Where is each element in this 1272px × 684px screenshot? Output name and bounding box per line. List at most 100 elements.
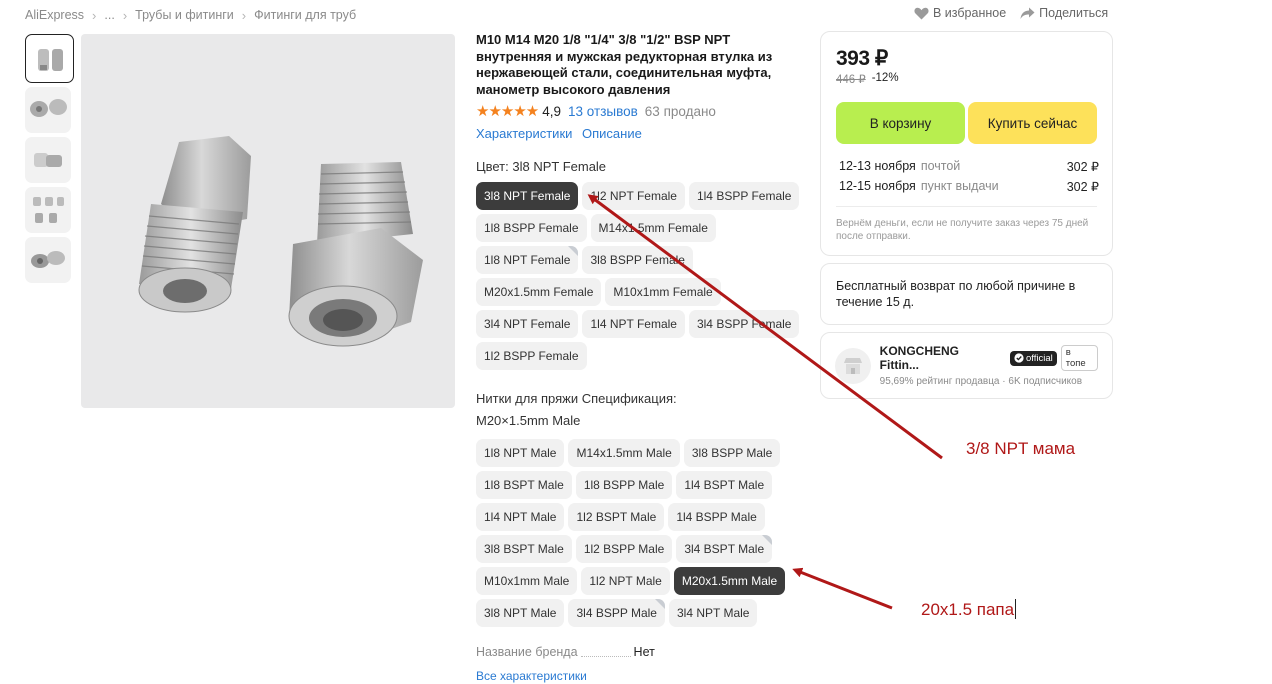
annotation-male-wrap: 20x1.5 папа: [921, 599, 1017, 620]
verified-check-icon: [1014, 353, 1024, 363]
buy-box: 393 ₽ 446 ₽ -12% В корзину Купить сейчас…: [820, 31, 1113, 256]
option-chip[interactable]: M20x1.5mm Male: [673, 567, 786, 595]
shipping-price: 302 ₽: [1066, 179, 1099, 194]
top-seller-badge: в топе: [1060, 345, 1098, 371]
reviews-link[interactable]: 13 отзывов: [568, 104, 638, 119]
annotation-male: 20x1.5 папа: [921, 600, 1015, 619]
seller-name-row: KONGCHENG Fittin... official в топе: [880, 344, 1098, 372]
thread-option-title: Нитки для пряжи Спецификация:: [476, 391, 677, 406]
breadcrumb: AliExpress › ... › Трубы и фитинги › Фит…: [25, 6, 356, 24]
favorite-label: В избранное: [933, 6, 1007, 20]
option-chip[interactable]: M14x1.5mm Female: [590, 214, 716, 242]
option-chip[interactable]: 1l8 NPT Female: [476, 246, 579, 274]
option-chip[interactable]: 1l4 BSPP Male: [668, 503, 765, 531]
rating-row: ★★★★★ 4,9 13 отзывов 63 продано: [476, 102, 806, 120]
shipping-option[interactable]: 12-15 ноября пункт выдачи 302 ₽: [839, 176, 1099, 196]
all-characteristics-link[interactable]: Все характеристики: [476, 669, 806, 683]
option-chip[interactable]: 1l4 NPT Female: [582, 310, 685, 338]
option-chip[interactable]: 1l2 NPT Male: [581, 567, 670, 595]
option-chip[interactable]: 3l8 BSPP Female: [582, 246, 693, 274]
chevron-right-icon: ›: [122, 7, 128, 23]
add-to-cart-button[interactable]: В корзину: [836, 102, 965, 144]
option-chip[interactable]: 3l8 BSPT Male: [476, 535, 572, 563]
purchase-buttons: В корзину Купить сейчас: [836, 102, 1097, 144]
option-chip[interactable]: M14x1.5mm Male: [568, 439, 680, 467]
shipping-date: 12-15 ноября: [839, 179, 916, 193]
option-chip[interactable]: 1l2 BSPP Male: [575, 535, 673, 563]
divider: [836, 206, 1097, 207]
product-info: M10 M14 M20 1/8 "1/4" 3/8 "1/2" BSP NPT …: [476, 32, 806, 683]
thumbnail-3[interactable]: [25, 137, 71, 183]
breadcrumb-ellipsis[interactable]: ...: [104, 8, 114, 22]
official-badge-label: official: [1025, 352, 1053, 364]
description-link[interactable]: Описание: [582, 126, 642, 141]
option-chip[interactable]: 3l4 BSPP Male: [568, 599, 665, 627]
option-chip[interactable]: 1l8 NPT Male: [476, 439, 565, 467]
option-chip[interactable]: 3l8 BSPP Male: [683, 439, 781, 467]
top-actions: В избранное Поделиться: [914, 6, 1122, 20]
option-chip[interactable]: 3l4 BSPT Male: [676, 535, 773, 563]
rating-stars-icon: ★★★★★: [476, 103, 539, 120]
arrow-to-male-chip: [792, 567, 893, 610]
thread-option-value: M20×1.5mm Male: [476, 413, 581, 428]
brand-row: Название бренда Нет: [476, 645, 806, 659]
share-button[interactable]: Поделиться: [1020, 6, 1108, 20]
breadcrumb-pipes[interactable]: Трубы и фитинги: [135, 8, 234, 22]
seller-name: KONGCHENG Fittin...: [879, 344, 959, 372]
characteristics-link[interactable]: Характеристики: [476, 126, 572, 141]
thread-option-label: Нитки для пряжи Спецификация: M20×1.5mm …: [476, 388, 806, 432]
color-option-chips: 3l8 NPT Female 1l2 NPT Female 1l4 BSPP Fem…: [476, 182, 806, 374]
brand-value: Нет: [633, 645, 655, 659]
breadcrumb-pipe-fittings[interactable]: Фитинги для труб: [254, 8, 356, 22]
text-caret: [1015, 599, 1017, 619]
option-chip[interactable]: M10x1mm Female: [605, 278, 721, 306]
seller-card[interactable]: KONGCHENG Fittin... official в топе 95,6…: [820, 332, 1113, 399]
option-chip[interactable]: 1l2 BSPT Male: [568, 503, 665, 531]
free-return-box[interactable]: Бесплатный возврат по любой причине в те…: [820, 263, 1113, 325]
option-chip[interactable]: 1l2 NPT Female: [582, 182, 685, 210]
color-option-label: Цвет: 3l8 NPT Female: [476, 159, 607, 174]
option-chip[interactable]: M10x1mm Male: [476, 567, 578, 595]
chevron-right-icon: ›: [92, 7, 97, 23]
fittings-illustration: [138, 136, 423, 347]
shipping-option[interactable]: 12-13 ноября почтой 302 ₽: [839, 156, 1099, 176]
option-chip[interactable]: 3l4 NPT Male: [668, 599, 758, 627]
thumbnail-5[interactable]: [25, 237, 71, 283]
price-discount-row: 446 ₽ -12%: [836, 72, 1097, 86]
rating-value: 4,9: [542, 103, 562, 119]
share-label: Поделиться: [1039, 6, 1109, 20]
shipping-date: 12-13 ноября: [839, 159, 916, 173]
product-title: M10 M14 M20 1/8 "1/4" 3/8 "1/2" BSP NPT …: [476, 32, 773, 97]
thumbnail-4[interactable]: [25, 187, 71, 233]
option-chip[interactable]: 1l4 BSPP Female: [688, 182, 800, 210]
info-links: Характеристики Описание: [476, 126, 806, 141]
product-main-image[interactable]: [81, 34, 455, 408]
brand-leader-dots: [580, 655, 631, 657]
option-chip[interactable]: 1l8 BSPP Male: [575, 471, 673, 499]
shipping-price: 302 ₽: [1066, 159, 1099, 174]
free-return-text: Бесплатный возврат по любой причине в те…: [836, 279, 1076, 309]
favorite-button[interactable]: В избранное: [914, 6, 1006, 20]
thumbnail-2[interactable]: [25, 87, 71, 133]
shipping-method: почтой: [920, 159, 961, 173]
buy-now-button[interactable]: Купить сейчас: [968, 102, 1097, 144]
shipping-options: 12-13 ноября почтой 302 ₽ 12-15 ноября п…: [836, 156, 1099, 196]
sold-count: 63 продано: [644, 103, 716, 119]
option-chip[interactable]: 3l8 NPT Female: [476, 182, 579, 210]
discount-percent: -12%: [871, 72, 899, 84]
seller-meta: 95,69% рейтинг продавца · 6K подписчиков: [880, 376, 1098, 387]
thumbnail-1[interactable]: [25, 34, 74, 83]
option-chip[interactable]: 3l8 NPT Male: [476, 599, 565, 627]
breadcrumb-aliexpress[interactable]: AliExpress: [25, 8, 84, 22]
option-chip[interactable]: 1l8 BSPT Male: [476, 471, 572, 499]
option-chip[interactable]: 1l8 BSPP Female: [476, 214, 587, 242]
option-chip[interactable]: 3l4 BSPP Female: [688, 310, 800, 338]
option-chip[interactable]: 1l2 BSPP Female: [476, 342, 587, 370]
option-chip[interactable]: 1l4 BSPT Male: [676, 471, 773, 499]
current-price: 393 ₽: [836, 47, 888, 70]
brand-key: Название бренда: [476, 645, 578, 659]
share-icon: [1020, 7, 1035, 19]
option-chip[interactable]: M20x1.5mm Female: [476, 278, 602, 306]
option-chip[interactable]: 3l4 NPT Female: [476, 310, 579, 338]
option-chip[interactable]: 1l4 NPT Male: [476, 503, 565, 531]
